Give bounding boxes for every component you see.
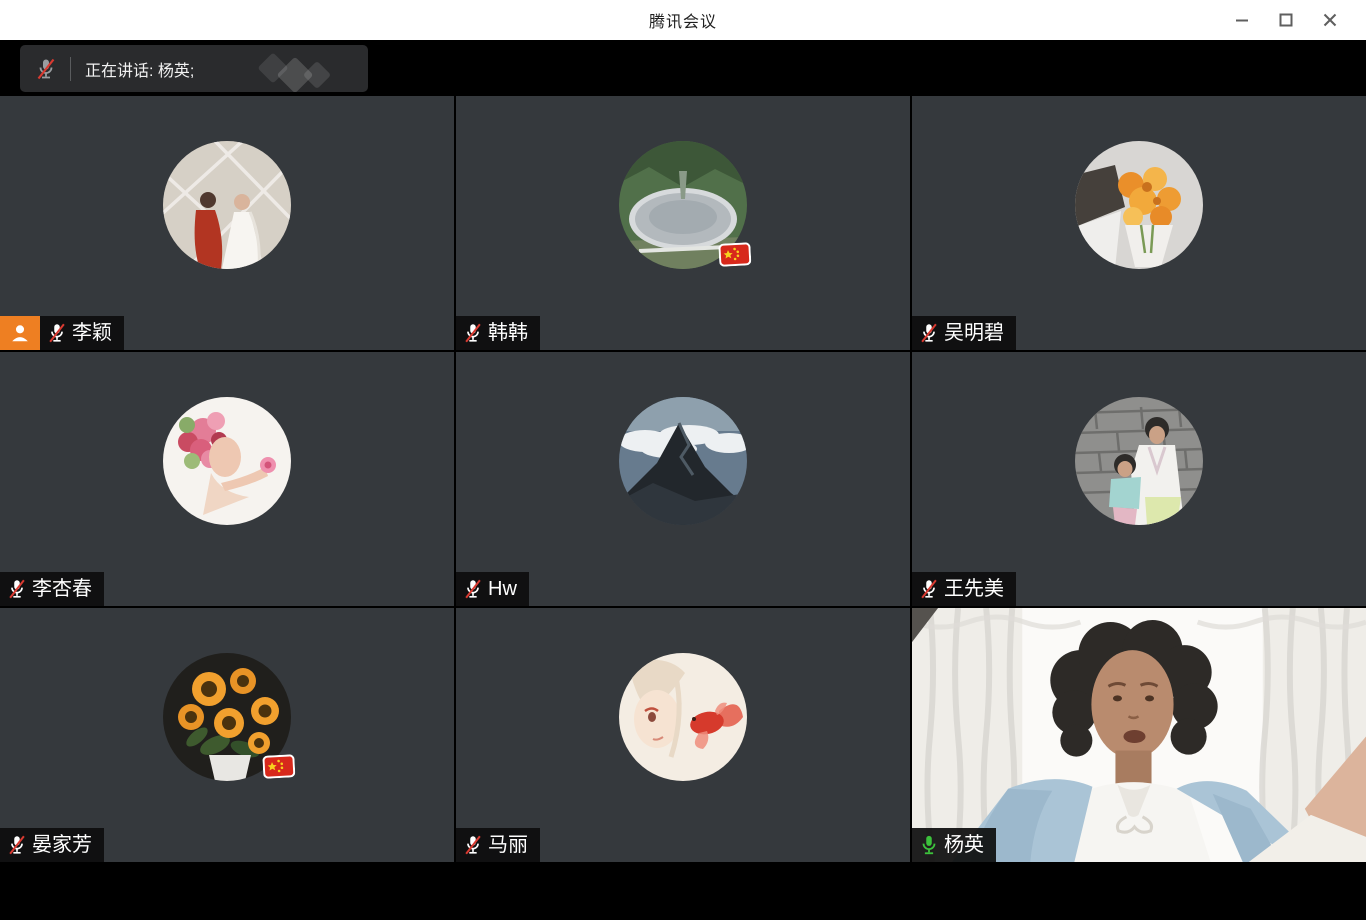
participant-tile[interactable]: 韩韩	[456, 96, 910, 350]
muted-mic-icon	[462, 578, 484, 600]
name-bar: Hw	[456, 572, 529, 606]
wedding-photo-avatar	[163, 141, 291, 269]
participant-name: 李颖	[72, 316, 112, 350]
name-bar: 吴明碧	[912, 316, 1016, 350]
avatar	[1075, 141, 1203, 269]
close-icon	[1323, 13, 1337, 27]
avatar	[619, 397, 747, 525]
live-video-frame	[912, 608, 1366, 862]
maximize-icon	[1279, 13, 1293, 27]
avatar	[619, 141, 747, 269]
meeting-logo-diamonds-icon	[260, 53, 340, 85]
avatar	[163, 141, 291, 269]
participant-tile[interactable]: Hw	[456, 352, 910, 606]
window-titlebar: 腾讯会议	[0, 0, 1366, 40]
live-video	[912, 608, 1366, 862]
participant-name: 李杏春	[32, 572, 92, 606]
participant-name: 王先美	[944, 572, 1004, 606]
maximize-button[interactable]	[1264, 0, 1308, 40]
participant-name: 韩韩	[488, 316, 528, 350]
name-bar: 韩韩	[456, 316, 540, 350]
flower-bouquet-avatar	[1075, 141, 1203, 269]
window-title: 腾讯会议	[649, 8, 717, 32]
anime-goldfish-avatar	[619, 653, 747, 781]
participant-name: 马丽	[488, 828, 528, 862]
muted-mic-icon	[462, 834, 484, 856]
participant-tile[interactable]: 李杏春	[0, 352, 454, 606]
muted-mic-icon	[46, 322, 68, 344]
window-controls	[1220, 0, 1352, 40]
name-bar: 杨英	[912, 828, 996, 862]
participant-tile[interactable]: 马丽	[456, 608, 910, 862]
participant-tile[interactable]: 李颖	[0, 96, 454, 350]
participant-name: 吴明碧	[944, 316, 1004, 350]
avatar	[1075, 397, 1203, 525]
participant-tile[interactable]: 王先美	[912, 352, 1366, 606]
woman-and-child-avatar	[1075, 397, 1203, 525]
avatar	[619, 653, 747, 781]
china-flag-badge	[262, 754, 295, 784]
name-bar: 李杏春	[0, 572, 104, 606]
china-flag-badge	[718, 242, 751, 272]
muted-mic-icon	[462, 322, 484, 344]
name-bar: 晏家芳	[0, 828, 104, 862]
name-bar: 马丽	[456, 828, 540, 862]
banner-divider	[70, 57, 71, 81]
name-bar: 王先美	[912, 572, 1016, 606]
mountain-clouds-avatar	[619, 397, 747, 525]
muted-mic-icon	[918, 322, 940, 344]
avatar	[163, 653, 291, 781]
participant-name: 晏家芳	[32, 828, 92, 862]
participant-name: Hw	[488, 572, 517, 606]
muted-mic-icon	[6, 834, 28, 856]
avatar	[163, 397, 291, 525]
participant-grid: 李颖	[0, 96, 1366, 862]
close-button[interactable]	[1308, 0, 1352, 40]
person-icon	[9, 322, 31, 344]
meeting-stage: 正在讲话: 杨英;	[0, 40, 1366, 920]
speaking-banner-text: 正在讲话: 杨英;	[85, 57, 194, 81]
muted-mic-icon	[34, 57, 58, 81]
participant-tile[interactable]: 吴明碧	[912, 96, 1366, 350]
speaking-banner: 正在讲话: 杨英;	[20, 45, 368, 92]
minimize-button[interactable]	[1220, 0, 1264, 40]
participant-tile[interactable]: 晏家芳	[0, 608, 454, 862]
minimize-icon	[1235, 13, 1249, 27]
profile-badge	[0, 316, 40, 350]
participant-tile-speaking[interactable]: 杨英	[912, 608, 1366, 862]
flower-hair-art-avatar	[163, 397, 291, 525]
active-mic-icon	[918, 834, 940, 856]
name-bar: 李颖	[0, 316, 124, 350]
muted-mic-icon	[918, 578, 940, 600]
muted-mic-icon	[6, 578, 28, 600]
participant-name: 杨英	[944, 828, 984, 862]
